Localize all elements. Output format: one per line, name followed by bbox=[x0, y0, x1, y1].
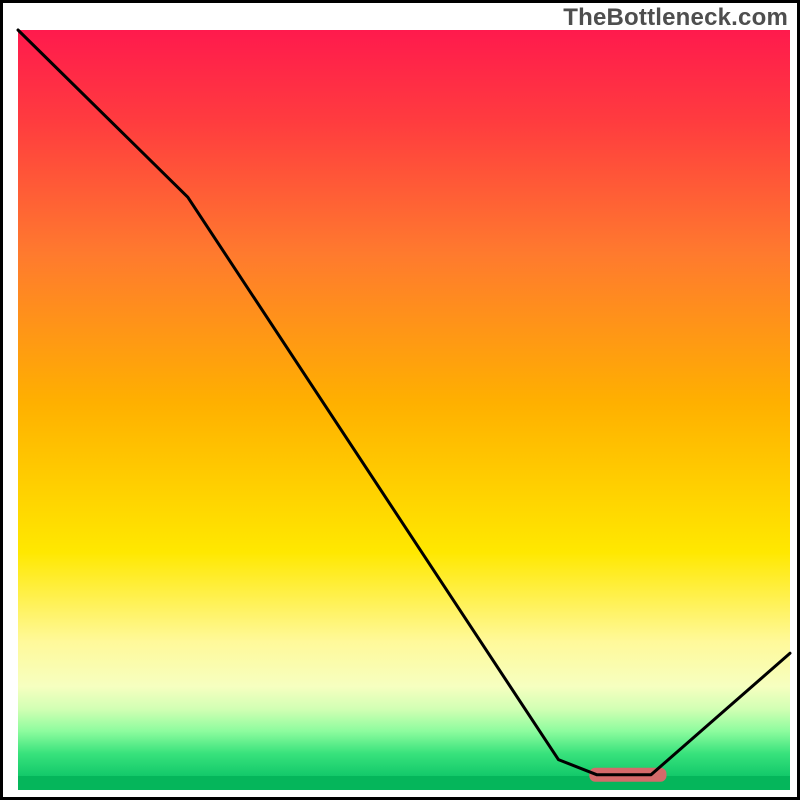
bottleneck-chart bbox=[0, 0, 800, 800]
watermark-text: TheBottleneck.com bbox=[563, 4, 788, 32]
chart-container: TheBottleneck.com bbox=[0, 0, 800, 800]
bottom-band bbox=[18, 776, 790, 790]
gradient-background bbox=[18, 30, 790, 776]
